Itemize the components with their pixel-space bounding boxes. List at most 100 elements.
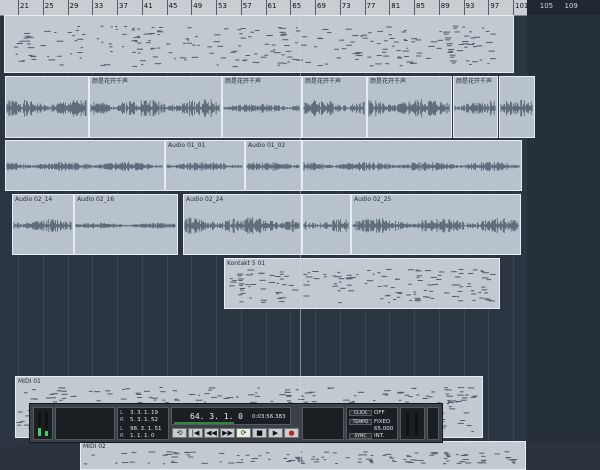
ruler-bar-label: 105 [539,2,554,10]
audio-clip[interactable]: 颜是花开千声 [222,76,302,138]
position-display[interactable]: 64. 3. 1. 0 0:03:56.383 [171,407,291,425]
clip-label: Audio 02_14 [15,196,53,203]
performance-meter [33,407,53,440]
position-bars: 64. 3. 1. 0 [190,412,243,421]
loop-button[interactable]: ⟳ [236,428,251,438]
ruler-bar-label: 77 [366,2,376,10]
midi-clip[interactable]: MIDI 02 [80,441,526,470]
audio-clip[interactable] [302,194,351,255]
forward-button[interactable]: ▶▶ [220,428,235,438]
midi-notes [13,25,496,68]
clip-label: Audio 02_16 [77,196,115,203]
punch-in-label: L [120,426,124,432]
clip-label: Audio 02_25 [354,196,392,203]
waveform [6,99,87,117]
transport-scroll-handle[interactable] [427,407,439,440]
cycle-button[interactable]: ⟲ [172,428,187,438]
to-start-button[interactable]: |◀ [188,428,203,438]
waveform [75,222,176,229]
clip-label: Audio 01_02 [248,142,286,149]
right-meter [415,412,418,436]
clip-label: 颜是花开千声 [92,78,129,85]
position-progress [174,422,234,424]
transport-panel: L 3. 3. 1. 19 R 5. 3. 1. 52 L 98. 3. 1. … [29,403,443,443]
audio-clip[interactable] [5,76,89,138]
disk-meter [45,412,48,436]
audio-clip[interactable]: 颜是花开千声 [453,76,498,138]
midi-clip[interactable]: Kontakt 5 01 [224,258,500,309]
audio-clip[interactable]: Audio 02_25 [351,194,521,255]
audio-clip[interactable] [5,140,165,191]
ruler-bar-label: 29 [69,2,79,10]
ruler-bar-label: 69 [317,2,326,10]
ruler-bar-label: 109 [564,2,578,10]
waveform [13,219,72,233]
audio-clip[interactable] [302,140,522,191]
play-button[interactable]: ▶ [268,428,283,438]
tempo-indicator[interactable]: TEMPO [349,419,372,425]
audio-clip[interactable]: 颜是花开千声 [89,76,222,138]
waveform [303,161,520,172]
tempo-sync-panel[interactable]: CLICK OFF TEMPO FIXED 65.000 SYNC INT. [346,407,398,440]
right-locator-value[interactable]: 5. 3. 1. 52 [130,417,158,423]
ruler-bar-label: 49 [193,2,203,10]
record-mode-panel[interactable] [55,407,115,440]
playhead-cursor[interactable] [300,15,301,470]
waveform [223,103,300,113]
clip-label: Kontakt 5 01 [227,260,266,267]
ruler-bar-label: 81 [391,2,401,10]
punch-in-value[interactable]: 98. 3. 1. 51 [130,426,162,432]
audio-clip[interactable]: Audio 01_02 [245,140,302,191]
ruler-bar-label: 21 [20,2,29,10]
ruler-bar-label: 45 [168,2,178,10]
audio-clip[interactable]: 颜是花开千声 [302,76,367,138]
waveform [352,218,519,234]
ruler-bar-label: 61 [267,2,277,10]
ruler-bar-label: 85 [416,2,425,10]
sync-state: INT. [374,433,385,439]
stop-button[interactable]: ■ [252,428,267,438]
rewind-button[interactable]: ◀◀ [204,428,219,438]
punch-out-value[interactable]: 1. 1. 1. 0 [130,433,155,439]
ruler-bar-label: 33 [94,2,104,10]
ruler-bar-label: 93 [465,2,475,10]
sync-indicator[interactable]: SYNC [349,433,372,439]
clip-label: Audio 02_24 [186,196,224,203]
audio-clip[interactable]: Audio 01_01 [165,140,245,191]
audio-clip[interactable]: 颜是花开千声 [367,76,452,138]
left-meter [406,412,409,436]
ruler-bar-label: 65 [292,2,302,10]
locators-panel[interactable]: L 3. 3. 1. 19 R 5. 3. 1. 52 L 98. 3. 1. … [117,407,169,440]
waveform [303,219,349,233]
clip-label: MIDI 02 [83,443,106,450]
timeline-ruler[interactable]: 21 25 29 33 37 41 45 49 53 57 61 65 69 73 77 81 85 89 93 97… [0,0,600,16]
audio-clip[interactable]: Audio 02_24 [183,194,302,255]
clip-label: Audio 01_01 [168,142,206,149]
right-locator-label: R [120,417,124,423]
marker-panel[interactable] [302,407,344,440]
ruler-bar-label: 41 [143,2,153,10]
empty-track-area [527,15,600,470]
ruler-bar-label: 37 [119,2,128,10]
waveform [454,100,496,116]
record-button[interactable]: ● [284,428,299,438]
audio-clip[interactable]: Audio 02_14 [12,194,74,255]
waveform [368,99,450,118]
left-locator-value[interactable]: 3. 3. 1. 19 [130,410,158,416]
ruler-bar-label: 25 [44,2,54,10]
clip-label: 颜是花开千声 [225,78,262,85]
ruler-bar-label: 53 [218,2,227,10]
tempo-value[interactable]: 65.000 [374,426,393,432]
audio-clip[interactable]: Audio 02_16 [74,194,178,255]
audio-clip[interactable] [499,76,535,138]
click-indicator[interactable]: CLICK [349,410,372,416]
midi-clip[interactable] [4,15,514,73]
clip-label: 颜是花开千声 [370,78,407,85]
click-state: OFF [374,410,385,416]
waveform [6,161,163,172]
input-meter-panel [400,407,425,440]
ruler-bar-label: 97 [490,2,500,10]
ruler-bar-label: 73 [341,2,351,10]
waveform [184,217,300,235]
ruler-bar-label: 57 [242,2,252,10]
